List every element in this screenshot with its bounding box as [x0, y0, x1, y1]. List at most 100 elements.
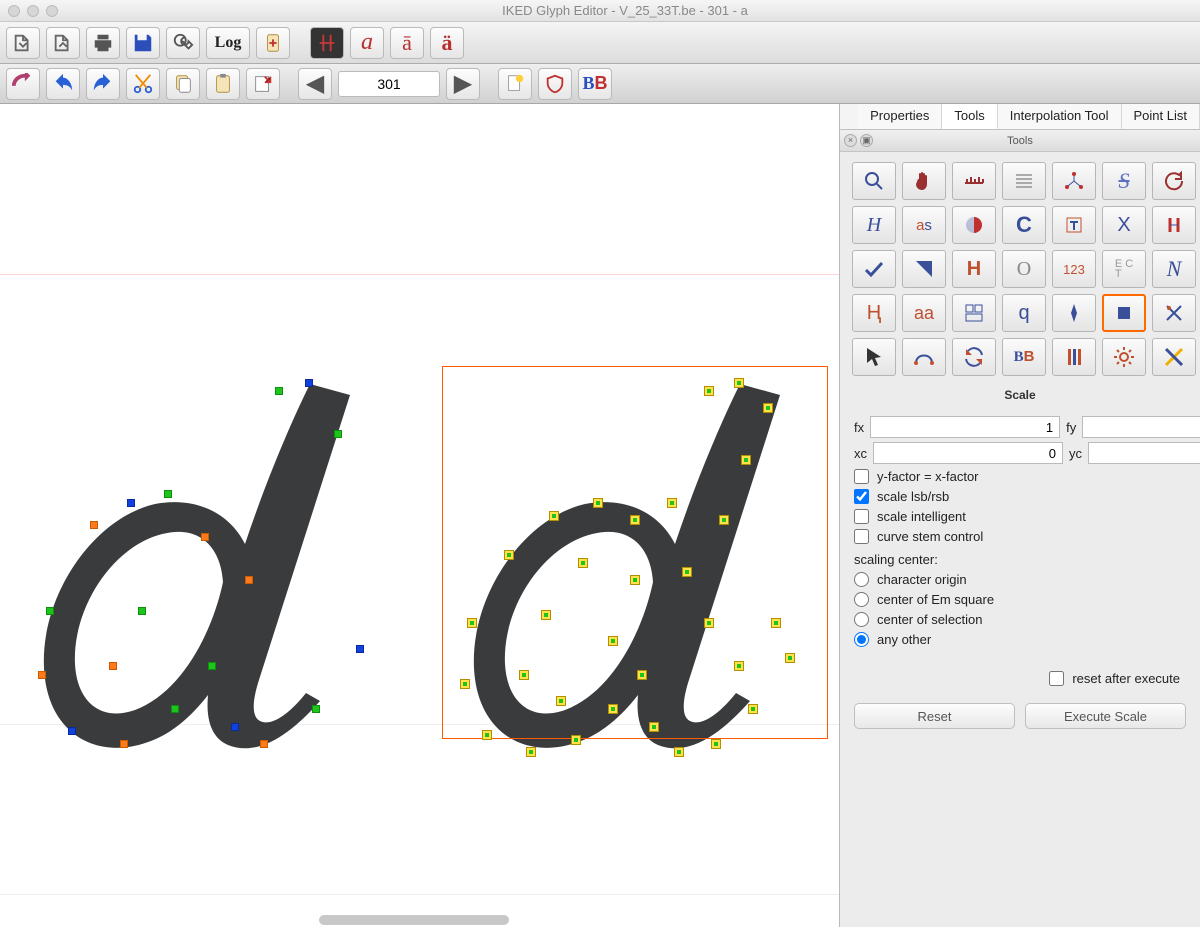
yc-label: yc: [1069, 446, 1082, 461]
o-letter-icon[interactable]: O: [1002, 250, 1046, 288]
glyph-right[interactable]: [450, 374, 820, 804]
aa-icon[interactable]: aa: [902, 294, 946, 332]
solid-square-icon[interactable]: [1102, 294, 1146, 332]
h-struck-icon[interactable]: Ⱨ: [852, 294, 896, 332]
undo-segment-icon[interactable]: [6, 68, 40, 100]
tab-properties[interactable]: Properties: [858, 104, 942, 129]
wrench-icon[interactable]: [166, 27, 200, 59]
fx-label: fx: [854, 420, 864, 435]
lines-icon[interactable]: [1002, 162, 1046, 200]
paste-icon[interactable]: [206, 68, 240, 100]
ect-icon[interactable]: E CT: [1102, 250, 1146, 288]
center-any-radio[interactable]: [854, 632, 869, 647]
halfcircle-icon[interactable]: [952, 206, 996, 244]
curve-icon[interactable]: [902, 338, 946, 376]
redo-icon[interactable]: [86, 68, 120, 100]
glyph-left[interactable]: [20, 374, 390, 804]
glyph-a-icon[interactable]: a: [350, 27, 384, 59]
undo-icon[interactable]: [46, 68, 80, 100]
clipboard-plus-icon[interactable]: [256, 27, 290, 59]
as-icon[interactable]: as: [902, 206, 946, 244]
check-icon[interactable]: [852, 250, 896, 288]
yc-input[interactable]: [1088, 442, 1200, 464]
pencil-cross-icon[interactable]: [1152, 338, 1196, 376]
reset-button[interactable]: Reset: [854, 703, 1015, 729]
center-heading: scaling center:: [854, 552, 1186, 567]
quarter-icon[interactable]: [902, 250, 946, 288]
reset-after-label: reset after execute: [1072, 671, 1180, 686]
bars-colored-icon[interactable]: [1052, 338, 1096, 376]
sync-icon[interactable]: [952, 338, 996, 376]
prev-glyph-button[interactable]: ◀: [298, 68, 332, 100]
center-em-label: center of Em square: [877, 592, 994, 607]
refresh-circle-icon[interactable]: [1152, 162, 1196, 200]
caliper-icon[interactable]: [310, 27, 344, 59]
n-italic-icon[interactable]: N: [1152, 250, 1196, 288]
yfactor-checkbox[interactable]: [854, 469, 869, 484]
h-italic-icon[interactable]: H: [852, 206, 896, 244]
center-selection-radio[interactable]: [854, 612, 869, 627]
hand-icon[interactable]: [902, 162, 946, 200]
xc-input[interactable]: [873, 442, 1063, 464]
center-em-radio[interactable]: [854, 592, 869, 607]
glyph-a-thin-icon[interactable]: ā: [390, 27, 424, 59]
glyph-number-input[interactable]: [338, 71, 440, 97]
tab-interpolation[interactable]: Interpolation Tool: [998, 104, 1122, 129]
scaleintel-checkbox[interactable]: [854, 509, 869, 524]
ruler-icon[interactable]: [952, 162, 996, 200]
paste-expand-icon[interactable]: [246, 68, 280, 100]
panel-title: Tools: [1007, 135, 1033, 147]
t-frame-icon[interactable]: [1052, 206, 1096, 244]
h-lines-icon[interactable]: [1152, 206, 1196, 244]
next-glyph-button[interactable]: ▶: [446, 68, 480, 100]
node-tree-icon[interactable]: [1052, 162, 1096, 200]
bb-icon[interactable]: BB: [578, 68, 612, 100]
scalelsb-checkbox[interactable]: [854, 489, 869, 504]
c-shape-icon[interactable]: C: [1002, 206, 1046, 244]
fy-input[interactable]: [1082, 416, 1200, 438]
glyph-canvas[interactable]: [0, 104, 840, 927]
reset-after-checkbox[interactable]: [1049, 671, 1064, 686]
export2-icon[interactable]: [46, 27, 80, 59]
save-icon[interactable]: [126, 27, 160, 59]
window-controls[interactable]: [8, 5, 58, 17]
arrow-icon[interactable]: [852, 338, 896, 376]
glyph-a-umlaut-icon[interactable]: ä: [430, 27, 464, 59]
pen-icon[interactable]: [1052, 294, 1096, 332]
q-letter-icon[interactable]: q: [1002, 294, 1046, 332]
num-123-icon[interactable]: 123: [1052, 250, 1096, 288]
new-doc-icon[interactable]: [498, 68, 532, 100]
panel-dock-icon[interactable]: ▣: [860, 134, 873, 147]
bb-mark-icon[interactable]: BB: [1002, 338, 1046, 376]
center-selection-label: center of selection: [877, 612, 983, 627]
scale-title: Scale: [840, 388, 1200, 402]
tools-icon[interactable]: [1152, 294, 1196, 332]
panel-tabs: Properties Tools Interpolation Tool Poin…: [840, 104, 1200, 130]
center-origin-label: character origin: [877, 572, 967, 587]
execute-scale-button[interactable]: Execute Scale: [1025, 703, 1186, 729]
print-icon[interactable]: [86, 27, 120, 59]
copy-icon[interactable]: [166, 68, 200, 100]
curvestem-checkbox[interactable]: [854, 529, 869, 544]
selection-bbox: [442, 366, 828, 739]
tab-pointlist[interactable]: Point List: [1122, 104, 1200, 129]
shield-icon[interactable]: [538, 68, 572, 100]
fx-input[interactable]: [870, 416, 1060, 438]
tool-grid: S H as C X H O 123 E CT N Ⱨ aa q: [840, 152, 1200, 386]
cut-icon[interactable]: [126, 68, 160, 100]
log-button[interactable]: Log: [206, 27, 250, 59]
tab-tools[interactable]: Tools: [942, 104, 997, 129]
export-icon[interactable]: [6, 27, 40, 59]
horizontal-scrollbar[interactable]: [319, 915, 509, 925]
s-glyph-icon[interactable]: S: [1102, 162, 1146, 200]
gear-icon[interactable]: [1102, 338, 1146, 376]
toolbar-second: ◀ ▶ BB: [0, 64, 1200, 104]
magnify-icon[interactable]: [852, 162, 896, 200]
scale-form: fx fy xc yc y-factor = x-factor scale ls…: [840, 408, 1200, 695]
center-origin-radio[interactable]: [854, 572, 869, 587]
h-bold-icon[interactable]: H: [952, 250, 996, 288]
x-shape-icon[interactable]: X: [1102, 206, 1146, 244]
layout-icon[interactable]: [952, 294, 996, 332]
panel-close-icon[interactable]: ×: [844, 134, 857, 147]
scaleintel-label: scale intelligent: [877, 509, 966, 524]
